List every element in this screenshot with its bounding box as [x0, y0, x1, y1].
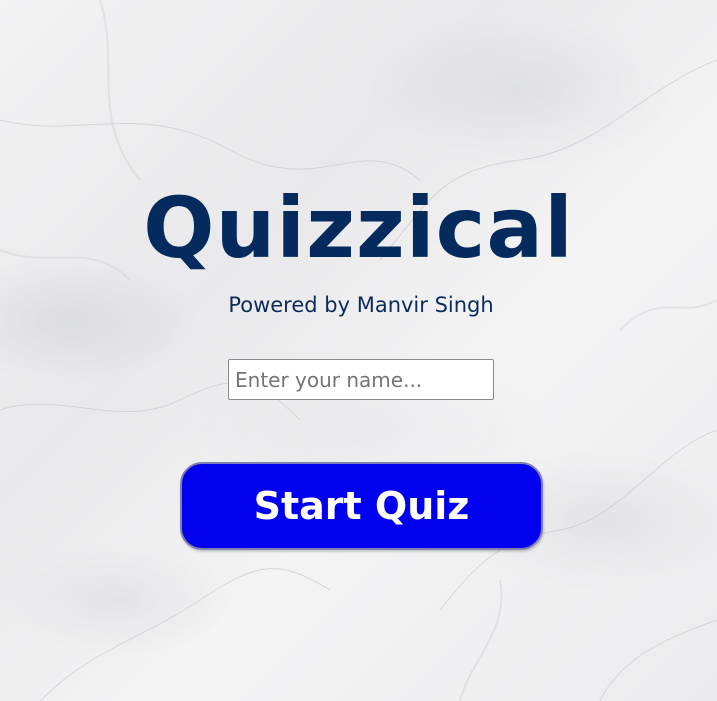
- app-title: Quizzical: [143, 179, 574, 277]
- marble-background: [0, 0, 717, 701]
- name-input[interactable]: [228, 359, 494, 400]
- app-subtitle: Powered by Manvir Singh: [228, 293, 494, 317]
- start-quiz-button[interactable]: Start Quiz: [180, 462, 543, 550]
